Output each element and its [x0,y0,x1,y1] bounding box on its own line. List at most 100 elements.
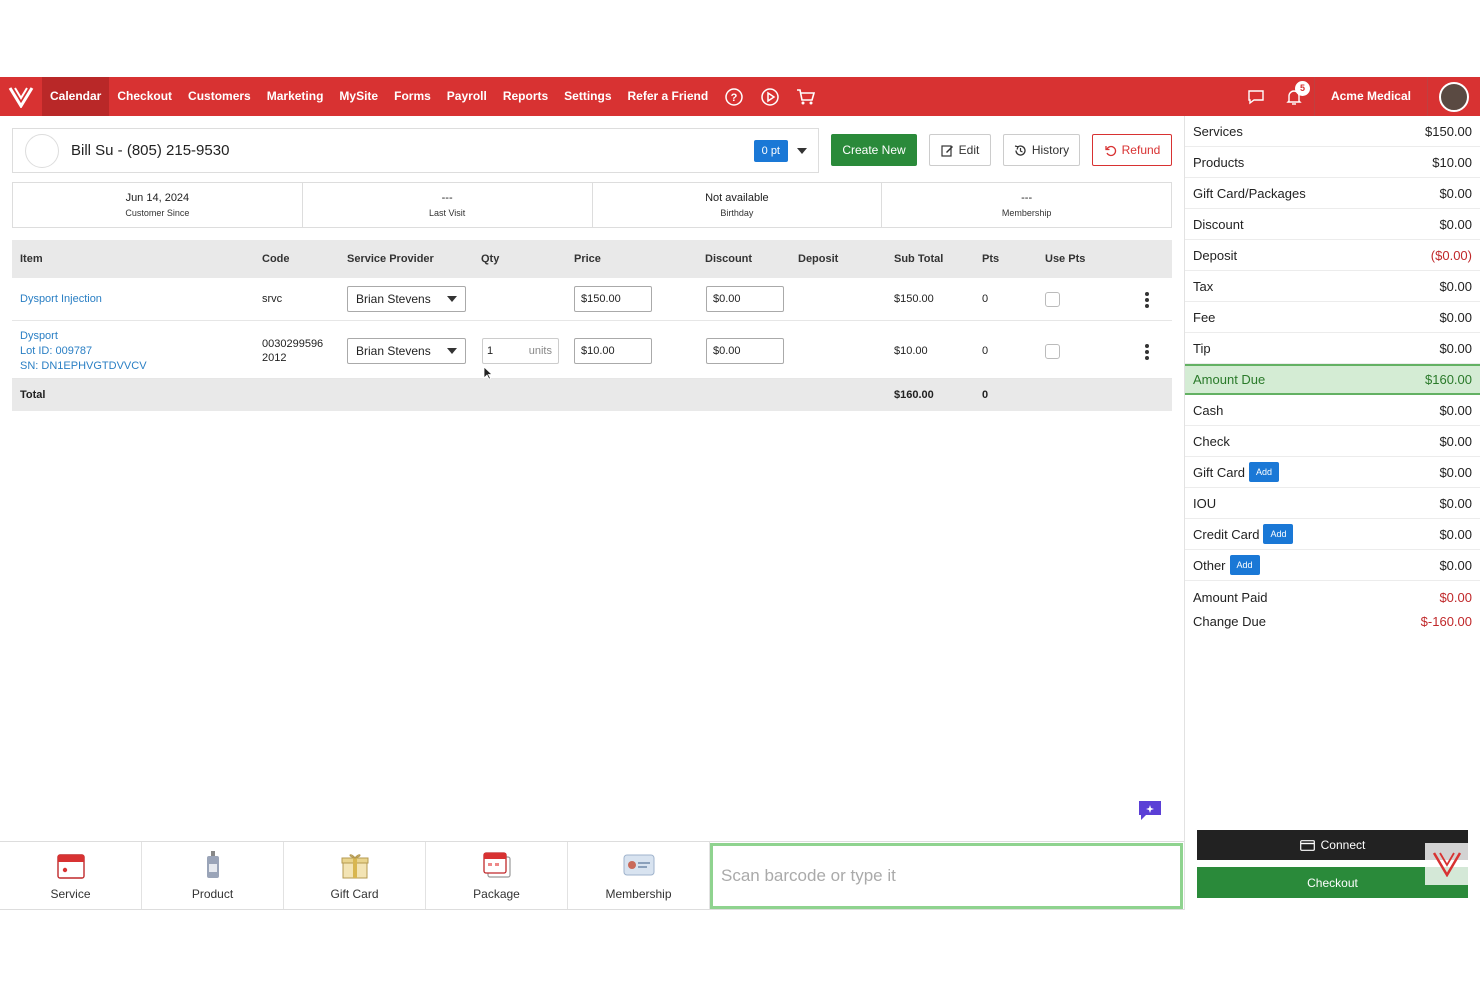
chat-icon[interactable] [1238,77,1274,116]
help-icon[interactable]: ? [716,77,752,116]
sub-total-value: $150.00 [894,293,934,305]
account-name[interactable]: Acme Medical [1313,77,1428,116]
nav-payroll[interactable]: Payroll [439,77,495,116]
nav-calendar[interactable]: Calendar [42,77,110,116]
summary-label: IOU [1193,495,1217,511]
col-code: Code [262,253,290,265]
summary-label-wrap: Credit Card Add [1193,524,1439,544]
summary-value: $0.00 [1439,526,1472,542]
gift-icon [341,854,368,879]
summary-label: Fee [1193,309,1216,325]
play-video-icon[interactable] [752,77,788,116]
pts-value: 0 [982,293,989,305]
last-visit-label: Last Visit [428,208,466,218]
nav-forms[interactable]: Forms [386,77,439,116]
summary-label: Change Due [1193,613,1266,629]
nav-checkout[interactable]: Checkout [109,77,180,116]
add-item-bar: Service Product Gift Card Package Member… [0,841,1184,910]
item-link[interactable]: Dysport [20,330,58,342]
add-gift-card-button[interactable]: Add [1249,462,1280,482]
discount-input[interactable]: $0.00 [706,286,784,312]
service-provider-value: Brian Stevens [356,344,431,358]
payment-cash[interactable]: Cash $0.00 [1185,395,1480,426]
edit-button[interactable]: Edit [929,134,991,166]
summary-value: $150.00 [1425,123,1472,139]
brand-watermark-icon [1425,843,1468,885]
sub-total-value: $10.00 [894,345,928,357]
last-visit-cell: --- Last Visit [303,183,593,227]
history-label: History [1031,143,1070,157]
summary-change-due: Change Due $-160.00 [1185,609,1480,633]
user-avatar[interactable] [1428,77,1480,116]
summary-label: Credit Card [1193,526,1260,542]
cart-icon[interactable] [788,77,824,116]
price-input[interactable]: $150.00 [574,286,652,312]
more-options-icon[interactable] [1145,292,1149,310]
customer-selector[interactable]: Bill Su - (805) 215-9530 0 pt [12,128,819,173]
total-pts: 0 [982,389,989,401]
lot-id: Lot ID: 009787 [20,345,93,357]
summary-label: Amount Paid [1193,589,1268,605]
membership-cell: --- Membership [882,183,1171,227]
summary-amount-paid: Amount Paid $0.00 [1185,585,1480,609]
add-product-tile[interactable]: Product [142,842,284,909]
summary-value: $0.00 [1439,340,1472,356]
support-chat-icon[interactable] [1136,798,1164,822]
summary-value: $0.00 [1439,433,1472,449]
summary-products: Products $10.00 [1185,147,1480,178]
nav-mysite[interactable]: MySite [331,77,386,116]
summary-tip[interactable]: Tip $0.00 [1185,333,1480,364]
customer-since-cell: Jun 14, 2024 Customer Since [13,183,303,227]
add-service-tile[interactable]: Service [0,842,142,909]
create-new-label: Create New [842,143,906,157]
payment-check[interactable]: Check $0.00 [1185,426,1480,457]
add-gift-card-tile[interactable]: Gift Card [284,842,426,909]
nav-refer-a-friend[interactable]: Refer a Friend [620,77,717,116]
barcode-search-input[interactable]: Scan barcode or type it [710,843,1183,909]
tile-label: Membership [605,887,672,901]
brand-logo-icon[interactable] [0,77,42,116]
nav-marketing[interactable]: Marketing [259,77,332,116]
summary-label: Other [1193,557,1226,573]
quantity-input[interactable]: 1 units [482,338,559,364]
summary-value: $0.00 [1439,278,1472,294]
service-provider-select[interactable]: Brian Stevens [347,338,466,364]
tile-label: Package [473,887,520,901]
add-credit-card-button[interactable]: Add [1263,524,1294,544]
summary-label: Gift Card [1193,464,1246,480]
history-button[interactable]: History [1003,134,1080,166]
add-package-tile[interactable]: Package [426,842,568,909]
notifications-button[interactable]: 5 [1274,77,1314,116]
summary-fee: Fee $0.00 [1185,302,1480,333]
package-calendar-icon [482,852,511,878]
more-options-icon[interactable] [1145,344,1149,362]
top-nav-bar: Calendar Checkout Customers Marketing My… [0,77,1480,116]
price-input[interactable]: $10.00 [574,338,652,364]
payment-gift-card: Gift Card Add $0.00 [1185,457,1480,488]
summary-value: $0.00 [1439,185,1472,201]
create-new-button[interactable]: Create New [831,134,917,166]
nav-reports[interactable]: Reports [495,77,556,116]
points-button[interactable]: 0 pt [753,139,788,162]
refund-button[interactable]: Refund [1092,134,1172,166]
item-code-line2: 2012 [262,352,287,364]
use-pts-checkbox[interactable] [1045,292,1060,307]
discount-input[interactable]: $0.00 [706,338,784,364]
chevron-down-icon[interactable] [792,140,812,162]
add-membership-tile[interactable]: Membership [568,842,710,909]
item-link[interactable]: Dysport Injection [20,293,102,305]
birthday-label: Birthday [720,208,754,218]
nav-settings[interactable]: Settings [556,77,619,116]
calendar-icon [56,854,85,879]
summary-label: Discount [1193,216,1244,232]
service-provider-select[interactable]: Brian Stevens [347,286,466,312]
refund-label: Refund [1121,143,1161,157]
svg-text:?: ? [731,92,738,104]
payment-iou[interactable]: IOU $0.00 [1185,488,1480,519]
use-pts-checkbox[interactable] [1045,344,1060,359]
summary-label: Products [1193,154,1245,170]
nav-customers[interactable]: Customers [180,77,259,116]
customer-name: Bill Su - (805) 215-9530 [71,142,230,159]
add-other-button[interactable]: Add [1229,555,1260,575]
membership-card-icon [623,854,654,876]
